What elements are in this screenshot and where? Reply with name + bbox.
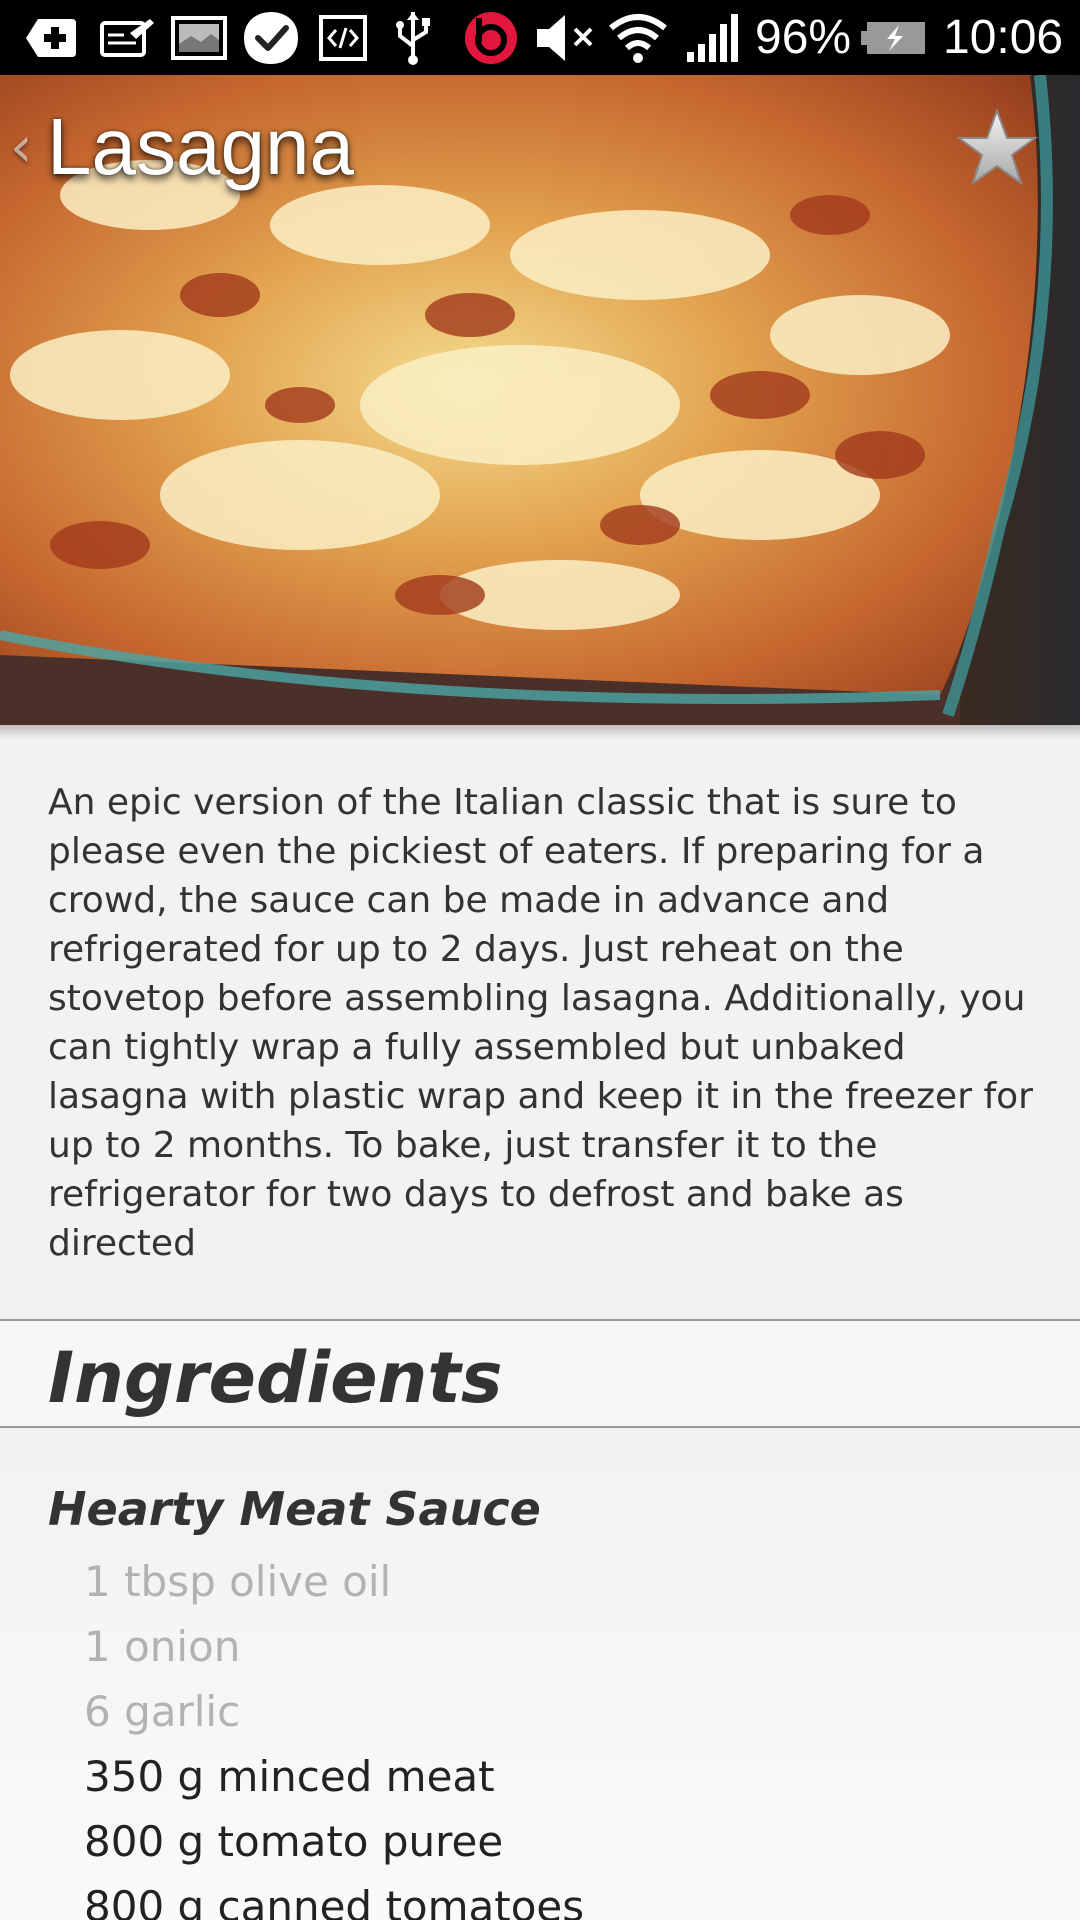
ingredient-item[interactable]: 1 tbsp olive oil	[84, 1554, 391, 1610]
check-icon	[241, 10, 301, 65]
recipe-screen: 96% 10:06 ‹ Lasagna An epic version of t…	[0, 0, 1080, 1920]
ingredients-section-title: Ingredients	[48, 1337, 503, 1419]
status-bar: 96% 10:06	[0, 0, 1080, 75]
battery-percentage: 96%	[755, 11, 852, 64]
wifi-icon	[606, 10, 670, 65]
add-box-icon	[22, 10, 80, 65]
hero-shadow	[0, 725, 1080, 739]
mute-icon	[532, 10, 596, 65]
battery-charging-icon	[858, 10, 928, 65]
ingredient-item[interactable]: 800 g tomato puree	[84, 1814, 503, 1870]
divider	[0, 1319, 1080, 1321]
back-icon[interactable]: ‹	[10, 115, 32, 180]
star-icon[interactable]	[955, 107, 1039, 191]
ingredient-item[interactable]: 1 onion	[84, 1619, 240, 1675]
ingredient-group-title: Hearty Meat Sauce	[48, 1482, 541, 1536]
code-icon	[317, 10, 369, 65]
recipe-title: Lasagna	[47, 102, 354, 191]
recipe-description: An epic version of the Italian classic t…	[48, 782, 1033, 1264]
gallery-icon	[170, 10, 228, 65]
usb-icon	[388, 10, 438, 65]
ingredient-item[interactable]: 350 g minced meat	[84, 1749, 495, 1805]
signal-icon	[684, 10, 744, 65]
clock: 10:06	[943, 11, 1064, 64]
hero-header: ‹ Lasagna	[0, 75, 1080, 725]
ingredient-item[interactable]: 6 garlic	[84, 1684, 240, 1740]
ingredient-item[interactable]: 800 g canned tomatoes	[84, 1879, 584, 1920]
beats-icon	[462, 10, 520, 65]
note-icon	[95, 10, 157, 65]
